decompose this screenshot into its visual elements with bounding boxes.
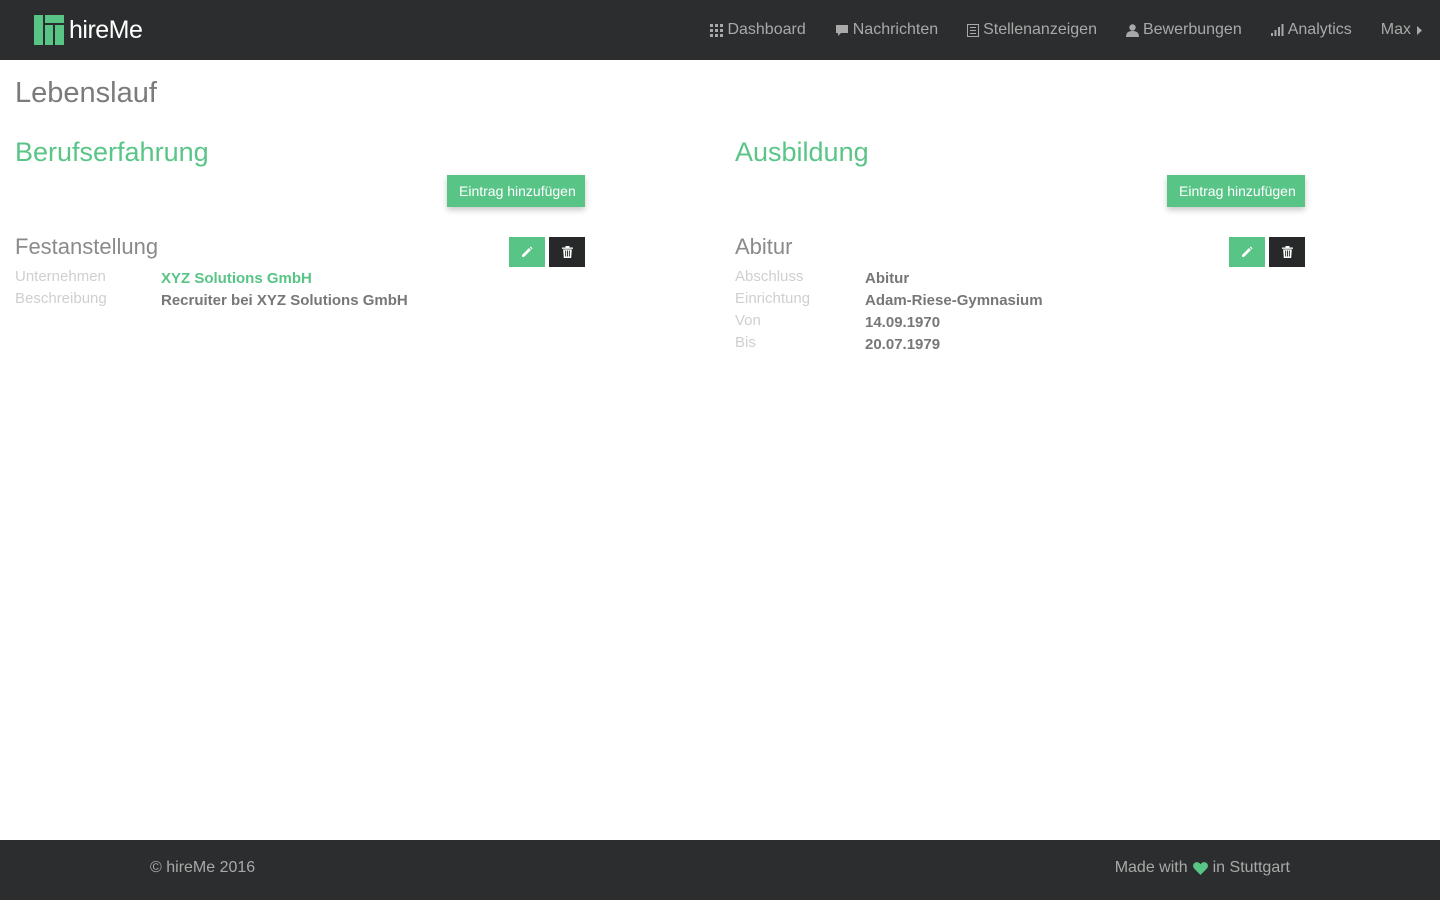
user-name: Max bbox=[1380, 21, 1411, 38]
footer-made-with-suffix: in Stuttgart bbox=[1212, 859, 1290, 876]
berufserfahrung-title: Berufserfahrung bbox=[15, 137, 209, 167]
field-label-einrichtung: Einrichtung bbox=[735, 290, 811, 307]
nav-stellenanzeigen-label: Stellenanzeigen bbox=[983, 21, 1097, 38]
entry-title: Festanstellung bbox=[15, 234, 159, 259]
delete-berufserfahrung-button[interactable] bbox=[549, 237, 585, 267]
user-icon bbox=[1125, 23, 1139, 37]
pencil-icon bbox=[522, 246, 533, 257]
nav-dashboard[interactable]: Dashboard bbox=[710, 21, 806, 39]
list-icon bbox=[967, 23, 980, 37]
bar-chart-icon bbox=[1270, 24, 1284, 36]
field-value-von: 14.09.1970 bbox=[865, 314, 941, 331]
page-footer: © hireMe 2016 Made with in Stuttgart bbox=[0, 840, 1440, 900]
nav-dashboard-label: Dashboard bbox=[727, 21, 806, 38]
edit-berufserfahrung-button[interactable] bbox=[509, 237, 545, 267]
nav-analytics-label: Analytics bbox=[1287, 21, 1352, 38]
nav-analytics[interactable]: Analytics bbox=[1270, 21, 1352, 39]
entry-title: Abitur bbox=[735, 234, 793, 259]
nav-bewerbungen[interactable]: Bewerbungen bbox=[1125, 21, 1242, 39]
page-title: Lebenslauf bbox=[15, 77, 157, 109]
add-ausbildung-button[interactable]: Eintrag hinzufügen bbox=[1167, 175, 1305, 207]
edit-ausbildung-button[interactable] bbox=[1229, 237, 1265, 267]
heart-icon bbox=[1192, 861, 1208, 875]
field-label-von: Von bbox=[735, 312, 761, 329]
top-navbar: hireMe Dashboard Nachrichten Stellenanze… bbox=[0, 0, 1440, 60]
field-value-abschluss: Abitur bbox=[865, 270, 910, 287]
trash-icon bbox=[561, 246, 573, 258]
grid-icon bbox=[710, 23, 724, 37]
nav-nachrichten[interactable]: Nachrichten bbox=[835, 21, 938, 39]
user-menu[interactable]: Max bbox=[1381, 21, 1422, 39]
nav-stellenanzeigen[interactable]: Stellenanzeigen bbox=[967, 21, 1097, 39]
chat-bubble-icon bbox=[835, 24, 848, 36]
main-nav: Dashboard Nachrichten Stellenanzeigen Be… bbox=[681, 0, 1422, 60]
field-label-abschluss: Abschluss bbox=[735, 268, 804, 285]
field-label-beschreibung: Beschreibung bbox=[15, 290, 107, 307]
add-berufserfahrung-button[interactable]: Eintrag hinzufügen bbox=[447, 175, 585, 207]
hireme-logo-icon bbox=[34, 15, 64, 45]
footer-made-with-prefix: Made with bbox=[1114, 859, 1188, 876]
company-link[interactable]: XYZ Solutions GmbH bbox=[161, 270, 312, 287]
pencil-icon bbox=[1242, 246, 1253, 257]
nav-bewerbungen-label: Bewerbungen bbox=[1142, 21, 1242, 38]
field-value-einrichtung: Adam-Riese-Gymnasium bbox=[865, 292, 1043, 309]
delete-ausbildung-button[interactable] bbox=[1269, 237, 1305, 267]
ausbildung-title: Ausbildung bbox=[735, 137, 869, 167]
footer-made-with: Made with in Stuttgart bbox=[1115, 859, 1290, 877]
field-label-unternehmen: Unternehmen bbox=[15, 268, 106, 285]
field-value-beschreibung: Recruiter bei XYZ Solutions GmbH bbox=[161, 292, 408, 309]
field-label-bis: Bis bbox=[735, 334, 756, 351]
caret-right-icon bbox=[1417, 25, 1422, 35]
brand-logo-link[interactable]: hireMe bbox=[34, 14, 143, 46]
footer-copyright: © hireMe 2016 bbox=[150, 859, 256, 876]
nav-nachrichten-label: Nachrichten bbox=[852, 21, 939, 38]
brand-name: hireMe bbox=[69, 15, 143, 44]
trash-icon bbox=[1281, 246, 1293, 258]
field-value-bis: 20.07.1979 bbox=[865, 336, 941, 353]
